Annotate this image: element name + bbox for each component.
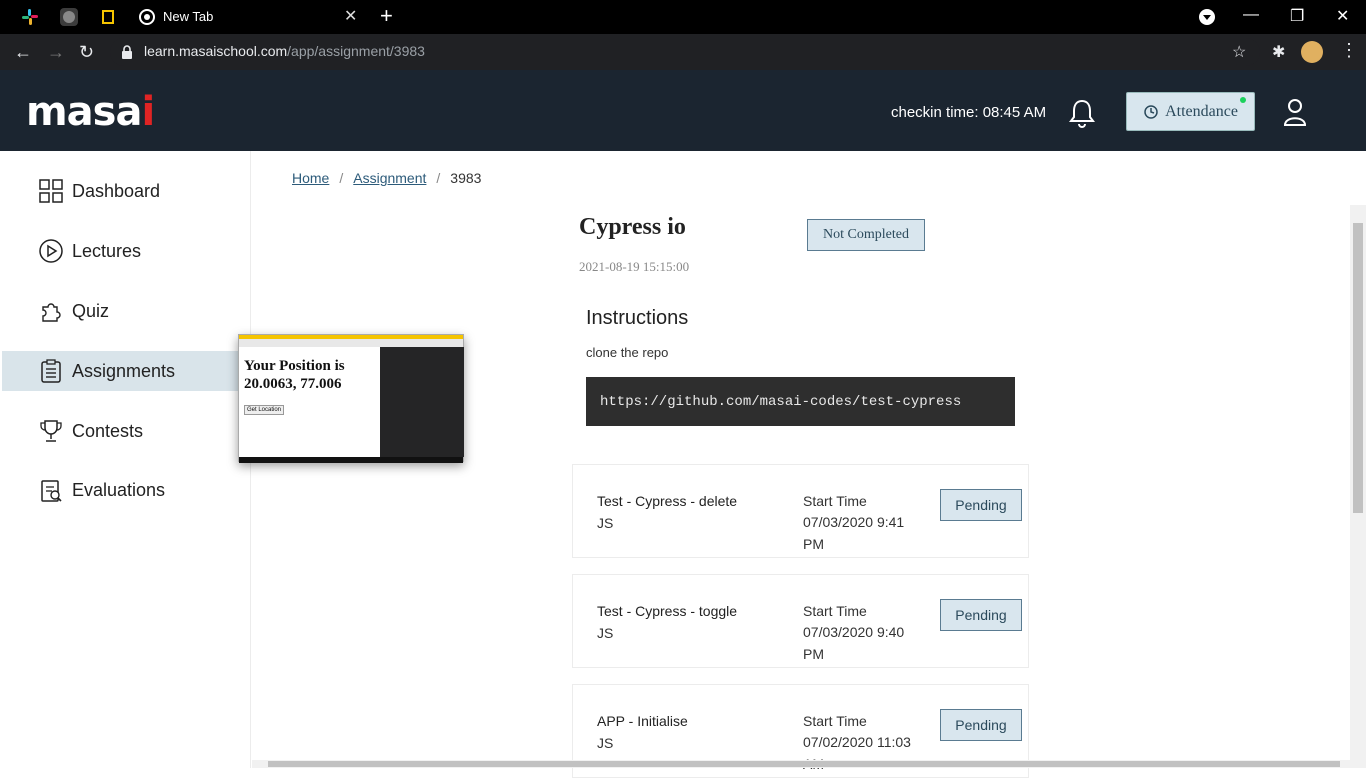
problem-name: APP - Initialise [597,713,688,729]
attendance-button[interactable]: Attendance [1126,92,1255,131]
sidebar-item-label: Evaluations [72,479,166,500]
sidebar-item-label: Contests [72,420,144,441]
grid-icon [38,178,64,204]
slack-tab-icon[interactable] [21,8,39,26]
problem-name: Test - Cypress - toggle [597,603,738,619]
extensions-icon[interactable]: ✱ [1272,42,1285,62]
breadcrumb: Home / Assignment/3983 [292,170,482,186]
start-time-label: Start Time [803,493,867,509]
start-time-value: 07/02/2020 11:03 AM [803,734,911,772]
back-icon[interactable]: ← [14,42,32,62]
horizontal-scrollbar[interactable] [252,760,1350,768]
sidebar-item-contests[interactable]: Contests [2,411,251,451]
problem-name: Test - Cypress - delete [597,493,738,509]
forward-icon[interactable]: → [47,42,65,62]
instructions-heading: Instructions [586,307,689,329]
bookmark-star-icon[interactable]: ☆ [1232,42,1246,62]
close-tab-icon[interactable]: ✕ [344,8,357,26]
trophy-icon [38,418,64,444]
clock-icon [1144,104,1158,119]
masai-logo[interactable]: masai [26,89,155,135]
sidebar: Dashboard Lectures Quiz Assignments Cont… [2,151,251,768]
sidebar-item-lectures[interactable]: Lectures [2,231,251,271]
start-time-value: 07/03/2020 9:41 PM [803,514,905,552]
browser-tab-strip: New Tab ✕ + — ❐ ✕ [0,0,1366,34]
breadcrumb-assignment[interactable]: Assignment [353,170,426,186]
clipboard-icon [38,358,64,384]
breadcrumb-current: 3983 [450,170,482,186]
problem-lang: JS [597,515,614,531]
pending-button[interactable]: Pending [940,709,1022,741]
window-preview-thumbnail[interactable]: Your Position is 20.0063, 77.006 Get Loc… [238,334,464,463]
menu-icon[interactable]: ⋮ [1340,40,1358,61]
problem-card[interactable]: Test - Cypress - delete JS Start Time 07… [572,464,1029,558]
sidebar-item-label: Lectures [72,240,142,261]
start-time-label: Start Time [803,713,867,729]
chrome-icon [138,8,156,26]
breadcrumb-home[interactable]: Home [292,170,329,186]
bookmark-tab-icon[interactable] [99,8,117,26]
repo-code-block[interactable]: https://github.com/masai-codes/test-cypr… [586,377,1015,426]
close-window-icon[interactable]: ✕ [1336,6,1349,26]
problem-lang: JS [597,735,614,751]
position-text: Your Position is 20.0063, 77.006 [244,358,345,392]
vertical-scrollbar[interactable] [1350,205,1366,768]
problem-card[interactable]: Test - Cypress - toggle JS Start Time 07… [572,574,1029,668]
new-tab-icon[interactable]: + [380,4,393,28]
restore-icon[interactable]: ❐ [1290,6,1304,26]
taskbar-strip [239,457,463,463]
sidebar-item-label: Dashboard [72,180,161,201]
globe-tab-icon[interactable] [60,8,78,26]
start-time-label: Start Time [803,603,867,619]
attendance-label: Attendance [1165,102,1238,120]
problem-lang: JS [597,625,614,641]
url-text[interactable]: learn.masaischool.com/app/assignment/398… [144,43,425,59]
bell-icon[interactable] [1069,98,1095,128]
user-icon[interactable] [1283,98,1307,126]
start-time-value: 07/03/2020 9:40 PM [803,624,905,662]
tab-search-icon[interactable] [1199,9,1215,25]
instructions-text: clone the repo [586,345,669,360]
sidebar-item-label: Quiz [72,300,110,321]
assignment-date: 2021-08-19 15:15:00 [579,259,690,274]
devtools-panel [380,347,464,457]
puzzle-icon [38,298,64,324]
checkin-time: checkin time: 08:45 AM [891,104,1047,121]
sidebar-item-assignments[interactable]: Assignments [2,351,251,391]
get-location-button: Get Location [244,405,285,415]
pending-button[interactable]: Pending [940,489,1022,521]
pending-button[interactable]: Pending [940,599,1022,631]
sidebar-item-quiz[interactable]: Quiz [2,291,251,331]
sidebar-item-dashboard[interactable]: Dashboard [2,171,251,211]
evaluation-icon [38,477,64,503]
status-button[interactable]: Not Completed [807,219,925,251]
profile-avatar[interactable] [1301,41,1323,63]
sidebar-item-label: Assignments [72,360,176,381]
play-circle-icon [38,238,64,264]
lock-icon [122,45,132,59]
assignment-title: Cypress io [579,214,686,240]
reload-icon[interactable]: ↻ [79,42,94,62]
sidebar-item-evaluations[interactable]: Evaluations [2,470,251,510]
tab-title: New Tab [163,9,214,24]
online-dot [1240,97,1246,103]
minimize-icon[interactable]: — [1243,6,1259,24]
